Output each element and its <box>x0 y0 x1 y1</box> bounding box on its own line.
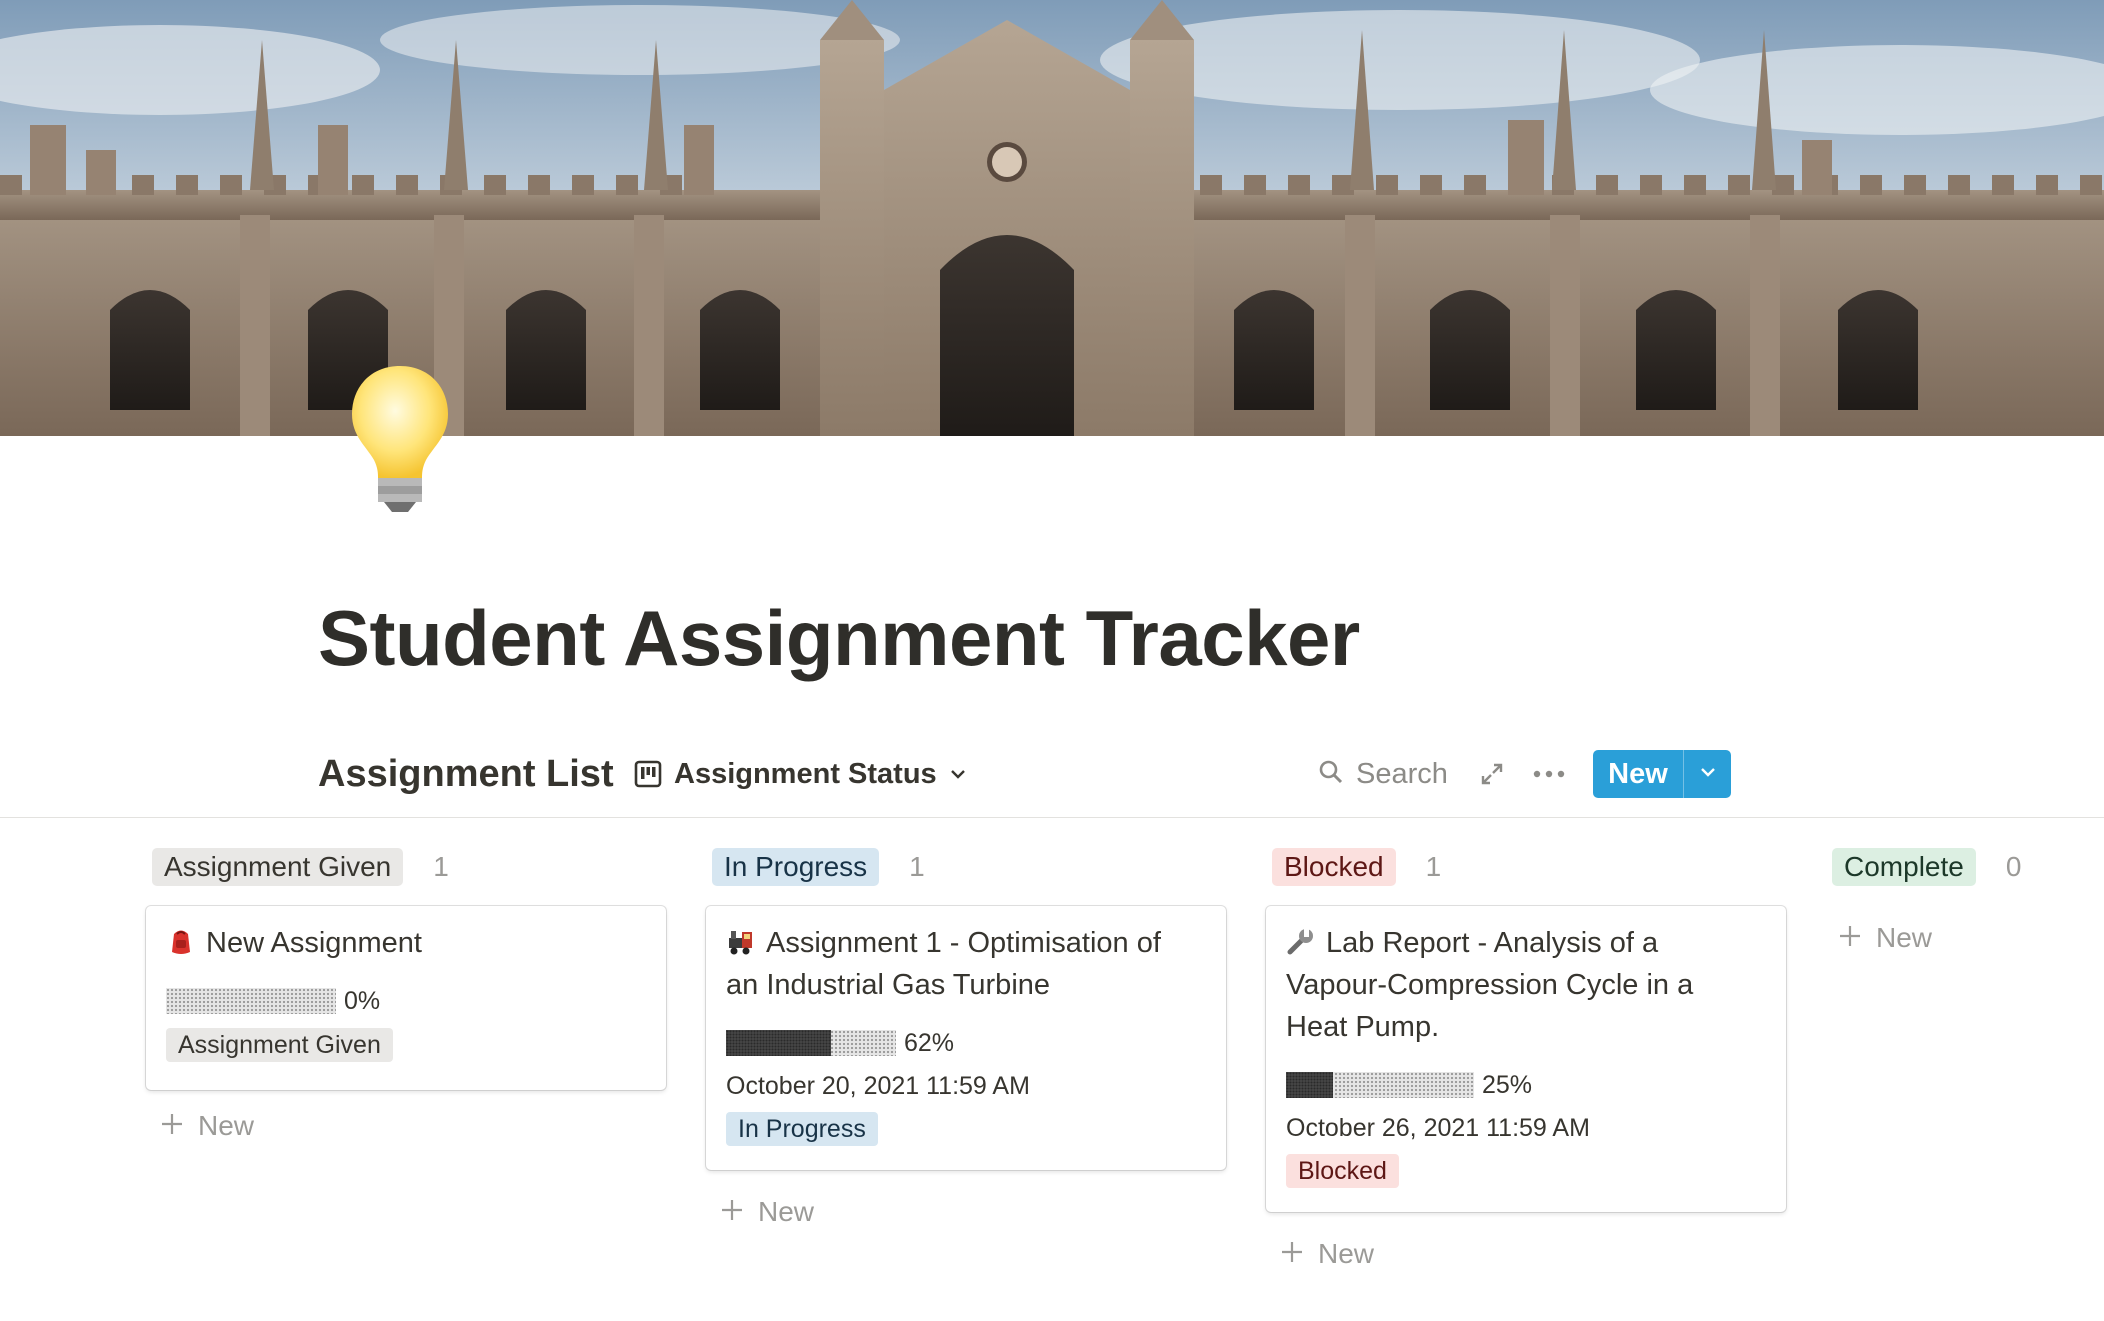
plus-icon <box>1838 924 1862 953</box>
card-title: New Assignment <box>166 922 636 964</box>
column-status-pill: Assignment Given <box>152 848 404 886</box>
add-new-label: New <box>198 1110 255 1141</box>
view-switcher[interactable]: Assignment Status <box>634 750 967 798</box>
due-date: October 26, 2021 11:59 AM <box>1286 1114 1590 1142</box>
board-column-complete: Complete 0 New <box>1826 848 2086 953</box>
progress-percent: 62% <box>904 1028 955 1057</box>
column-status-pill: In Progress <box>712 848 880 886</box>
view-name: Assignment Status <box>674 757 937 790</box>
backpack-icon <box>166 926 196 956</box>
more-options-icon[interactable] <box>1532 760 1566 793</box>
progress-bar <box>726 1030 896 1056</box>
board-view-icon <box>634 760 662 788</box>
add-new-card-button[interactable]: New <box>720 1192 814 1232</box>
locomotive-icon <box>726 926 756 956</box>
board-card[interactable]: Assignment 1 - Optimisation of an Indust… <box>706 906 1226 1170</box>
board-card[interactable]: New Assignment 0% Assignment Given <box>146 906 666 1090</box>
new-dropdown-button[interactable] <box>1684 750 1731 798</box>
plus-icon <box>160 1112 184 1141</box>
progress-indicator: 62% <box>726 1028 954 1058</box>
progress-percent: 25% <box>1482 1070 1533 1099</box>
column-count: 1 <box>1425 851 1442 882</box>
search-label: Search <box>1356 757 1448 790</box>
board-column-in-progress: In Progress 1 Assignment 1 - Optimisatio… <box>706 848 1230 1227</box>
add-new-label: New <box>758 1196 815 1227</box>
chevron-down-icon <box>1699 763 1717 786</box>
column-count: 1 <box>433 851 449 882</box>
progress-bar <box>1286 1072 1474 1098</box>
card-title: Assignment 1 - Optimisation of an Indust… <box>726 926 1161 1001</box>
board-card[interactable]: Lab Report - Analysis of a Vapour-Compre… <box>1266 906 1786 1212</box>
add-new-card-button[interactable]: New <box>1280 1234 1374 1274</box>
column-count: 1 <box>909 851 925 882</box>
progress-indicator: 25% <box>1286 1070 1532 1100</box>
progress-bar <box>166 988 336 1014</box>
expand-icon[interactable] <box>1480 762 1504 791</box>
plus-icon <box>720 1198 744 1227</box>
column-header[interactable]: Blocked 1 <box>1266 848 1790 886</box>
progress-indicator: 0% <box>166 986 380 1016</box>
status-badge: Blocked <box>1286 1154 1399 1188</box>
new-record-button: New <box>1593 750 1731 798</box>
wrench-icon <box>1286 926 1316 956</box>
add-new-label: New <box>1318 1238 1375 1269</box>
column-count: 0 <box>2005 851 2022 882</box>
add-new-label: New <box>1876 922 1933 953</box>
card-title: Lab Report - Analysis of a Vapour-Compre… <box>1286 926 1694 1043</box>
search-icon <box>1318 759 1344 790</box>
add-new-card-button[interactable]: New <box>1838 918 1932 958</box>
column-header[interactable]: Complete 0 <box>1826 848 2086 886</box>
cover-image <box>0 0 2104 436</box>
header-divider <box>0 817 2104 818</box>
column-header[interactable]: In Progress 1 <box>706 848 1230 886</box>
column-status-pill: Complete <box>1832 848 1976 886</box>
new-button[interactable]: New <box>1593 750 1683 798</box>
database-header: Assignment List Assignment Status Search <box>318 750 1738 798</box>
status-badge: Assignment Given <box>166 1028 393 1062</box>
chevron-down-icon <box>949 765 967 783</box>
plus-icon <box>1280 1240 1304 1269</box>
page-title[interactable]: Student Assignment Tracker <box>318 588 1360 688</box>
board-column-assignment-given: Assignment Given 1 New Assignment 0% Ass… <box>146 848 670 1141</box>
column-header[interactable]: Assignment Given 1 <box>146 848 670 886</box>
progress-percent: 0% <box>344 986 381 1015</box>
database-title[interactable]: Assignment List <box>318 750 614 798</box>
search-button[interactable]: Search <box>1318 750 1448 798</box>
lightbulb-icon[interactable] <box>340 360 460 520</box>
due-date: October 20, 2021 11:59 AM <box>726 1072 1030 1100</box>
board-column-blocked: Blocked 1 Lab Report - Analysis of a Vap… <box>1266 848 1790 1269</box>
status-badge: In Progress <box>726 1112 878 1146</box>
column-status-pill: Blocked <box>1272 848 1396 886</box>
add-new-card-button[interactable]: New <box>160 1106 254 1146</box>
